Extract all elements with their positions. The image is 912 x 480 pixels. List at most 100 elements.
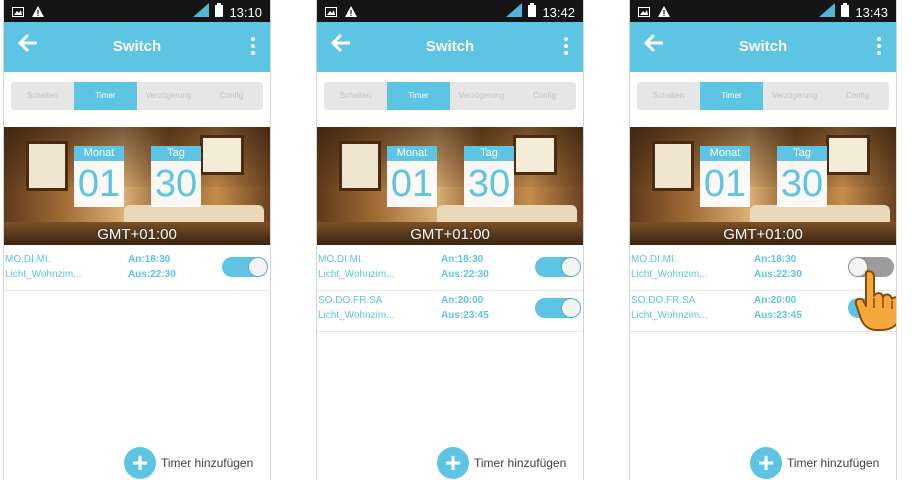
month-value: 01 — [74, 161, 124, 207]
tab-config[interactable]: Config — [513, 82, 576, 110]
timer-on-time: An:18:30 — [441, 254, 484, 265]
add-timer-label: Timer hinzufügen — [787, 456, 880, 470]
timer-toggle[interactable] — [535, 257, 581, 277]
battery-icon — [841, 3, 850, 22]
timer-off-time: Aus:22:30 — [128, 269, 176, 280]
day-value: 30 — [777, 161, 827, 207]
tab-bar: Schalten Timer Verzögerung Config — [324, 82, 576, 110]
timezone-label: GMT+01:00 — [410, 226, 490, 243]
more-vert-icon[interactable] — [563, 37, 569, 59]
timer-toggle[interactable] — [535, 298, 581, 318]
date-hero-banner: Monat 01 Tag 30 GMT+01:00 — [630, 127, 896, 245]
timer-on-time: An:20:00 — [754, 295, 797, 306]
clock-time: 13:43 — [855, 5, 888, 20]
clock-time: 13:42 — [542, 5, 575, 20]
day-box[interactable]: Tag 30 — [464, 146, 514, 207]
date-hero-banner: Monat 01 Tag 30 GMT+01:00 — [317, 127, 583, 245]
timer-on-time: An:20:00 — [441, 295, 484, 306]
timer-days: MO.DI.MI. — [631, 254, 677, 265]
timer-days: SO.DO.FR.SA — [631, 295, 696, 306]
timer-days: MO.DI.MI. — [5, 254, 51, 265]
month-box[interactable]: Monat 01 — [74, 146, 124, 207]
timer-days: MO.DI.MI. — [318, 254, 364, 265]
page-title: Switch — [425, 38, 475, 55]
tab-timer[interactable]: Timer — [700, 82, 763, 110]
add-timer-button[interactable]: + Timer hinzufügen — [437, 446, 566, 480]
warning-icon — [32, 4, 44, 22]
page-title: Switch — [112, 38, 162, 55]
app-bar: Switch — [630, 22, 896, 72]
background-picture — [513, 135, 557, 175]
pointing-hand-icon — [852, 268, 896, 332]
signal-icon — [819, 3, 836, 22]
tab-config[interactable]: Config — [200, 82, 263, 110]
timer-row-2[interactable]: SO.DO.FR.SA Licht_Wohnzim... An:20:00 Au… — [317, 291, 583, 332]
plus-circle-icon: + — [437, 447, 469, 479]
add-timer-button[interactable]: + Timer hinzufügen — [124, 446, 253, 480]
timer-device-name: Licht_Wohnzim... — [318, 310, 395, 321]
timer-off-time: Aus:22:30 — [441, 269, 489, 280]
tab-schalten[interactable]: Schalten — [324, 82, 387, 110]
warning-icon — [345, 4, 357, 22]
day-label: Tag — [151, 146, 201, 161]
timezone-label: GMT+01:00 — [723, 226, 803, 243]
month-value: 01 — [700, 161, 750, 207]
month-label: Monat — [700, 146, 750, 161]
more-vert-icon[interactable] — [250, 37, 256, 59]
clock-time: 13:10 — [229, 5, 262, 20]
phone-screen-2: 13:42 Switch Schalten Timer Verzögerung … — [316, 0, 584, 480]
tab-timer[interactable]: Timer — [387, 82, 450, 110]
month-label: Monat — [387, 146, 437, 161]
status-bar: 13:42 — [317, 0, 583, 22]
timer-off-time: Aus:22:30 — [754, 269, 802, 280]
signal-icon — [506, 3, 523, 22]
tab-verzoegerung[interactable]: Verzögerung — [450, 82, 513, 110]
page-title: Switch — [738, 38, 788, 55]
timer-off-time: Aus:23:45 — [441, 310, 489, 321]
day-label: Tag — [777, 146, 827, 161]
timer-on-time: An:18:30 — [128, 254, 171, 265]
warning-icon — [658, 4, 670, 22]
day-box[interactable]: Tag 30 — [151, 146, 201, 207]
battery-icon — [215, 3, 224, 22]
plus-circle-icon: + — [750, 447, 782, 479]
timer-off-time: Aus:23:45 — [754, 310, 802, 321]
tab-verzoegerung[interactable]: Verzögerung — [137, 82, 200, 110]
timezone-label: GMT+01:00 — [97, 226, 177, 243]
battery-icon — [528, 3, 537, 22]
timer-row-1[interactable]: MO.DI.MI. Licht_Wohnzim... An:18:30 Aus:… — [317, 250, 583, 291]
app-bar: Switch — [4, 22, 270, 72]
month-box[interactable]: Monat 01 — [387, 146, 437, 207]
plus-circle-icon: + — [124, 447, 156, 479]
day-label: Tag — [464, 146, 514, 161]
timer-device-name: Licht_Wohnzim... — [318, 269, 395, 280]
tab-config[interactable]: Config — [826, 82, 889, 110]
timer-row-1[interactable]: MO.DI.MI. Licht_Wohnzim... An:18:30 Aus:… — [4, 250, 270, 291]
tab-schalten[interactable]: Schalten — [11, 82, 74, 110]
tab-timer[interactable]: Timer — [74, 82, 137, 110]
month-label: Monat — [74, 146, 124, 161]
tab-schalten[interactable]: Schalten — [637, 82, 700, 110]
status-bar: 13:43 — [630, 0, 896, 22]
timer-days: SO.DO.FR.SA — [318, 295, 383, 306]
timer-device-name: Licht_Wohnzim... — [631, 269, 708, 280]
image-notification-icon — [325, 4, 337, 22]
app-bar: Switch — [317, 22, 583, 72]
phone-screen-1: 13:10 Switch Schalten Timer Verzögerung … — [3, 0, 271, 480]
add-timer-button[interactable]: + Timer hinzufügen — [750, 446, 879, 480]
image-notification-icon — [12, 4, 24, 22]
month-value: 01 — [387, 161, 437, 207]
background-picture — [200, 135, 244, 175]
tab-bar: Schalten Timer Verzögerung Config — [637, 82, 889, 110]
background-picture — [826, 135, 870, 175]
timer-toggle[interactable] — [222, 257, 268, 277]
month-box[interactable]: Monat 01 — [700, 146, 750, 207]
date-hero-banner: Monat 01 Tag 30 GMT+01:00 — [4, 127, 270, 245]
signal-icon — [193, 3, 210, 22]
timer-device-name: Licht_Wohnzim... — [5, 269, 82, 280]
day-box[interactable]: Tag 30 — [777, 146, 827, 207]
more-vert-icon[interactable] — [876, 37, 882, 59]
tab-verzoegerung[interactable]: Verzögerung — [763, 82, 826, 110]
timer-on-time: An:18:30 — [754, 254, 797, 265]
background-window — [652, 141, 694, 191]
